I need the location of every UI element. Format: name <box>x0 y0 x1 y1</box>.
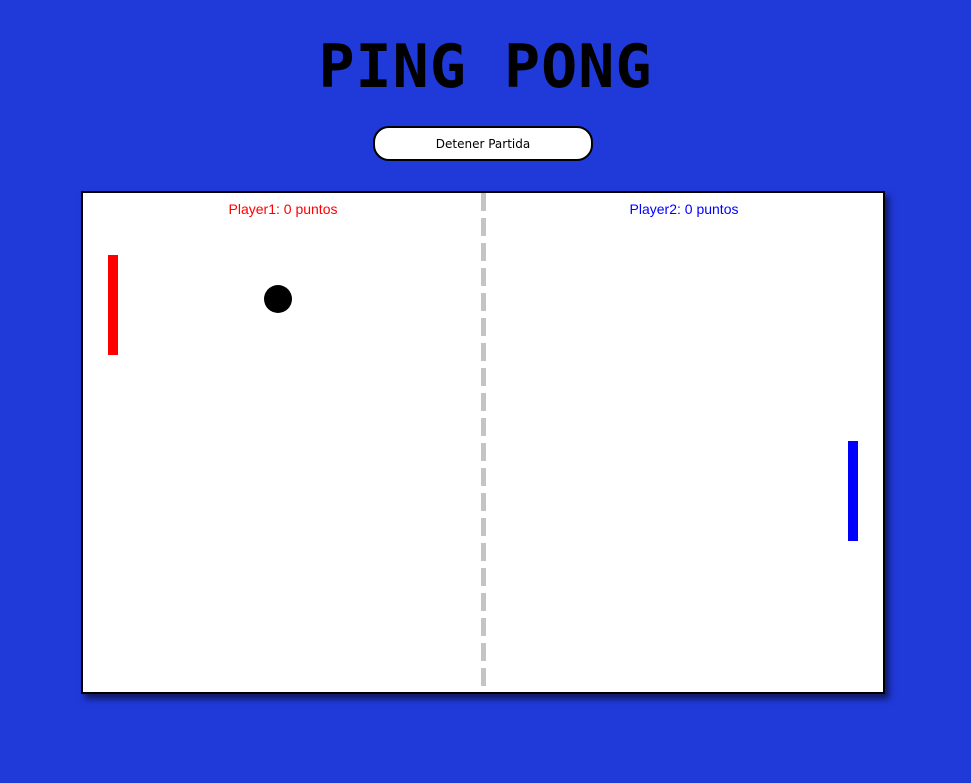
left-paddle <box>108 255 118 355</box>
player2-score: Player2: 0 puntos <box>629 201 739 217</box>
game-board[interactable]: Player1: 0 puntos Player2: 0 puntos <box>81 191 885 694</box>
ball <box>264 285 292 313</box>
game-title: PING PONG <box>318 32 653 102</box>
center-line <box>481 193 486 692</box>
player1-score: Player1: 0 puntos <box>228 201 338 217</box>
right-paddle <box>848 441 858 541</box>
stop-game-button[interactable]: Detener Partida <box>373 126 593 161</box>
